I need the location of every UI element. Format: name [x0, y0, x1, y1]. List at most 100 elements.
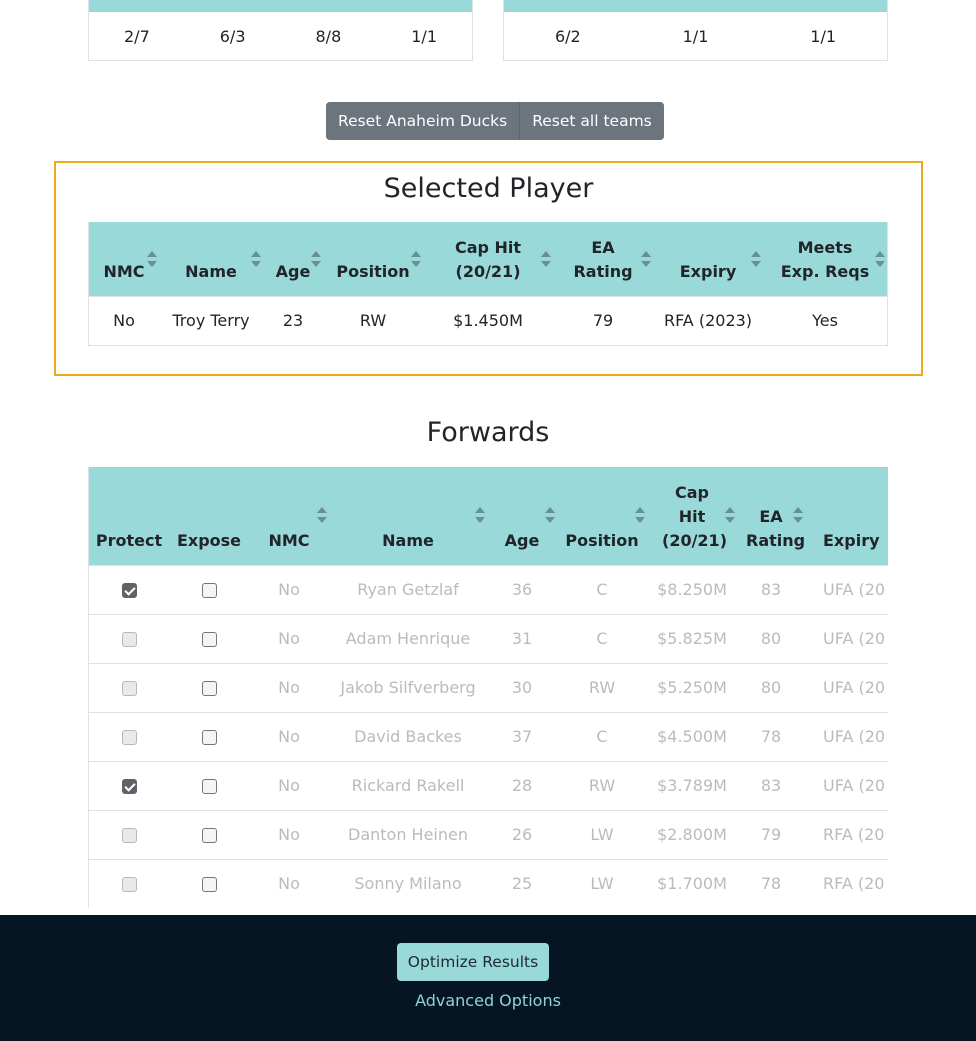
table-row: No Adam Henrique 31 C $5.825M 80 UFA (20 — [89, 613, 888, 663]
summary-header — [504, 0, 887, 12]
cell-position: RW — [557, 760, 647, 810]
cell-nmc: No — [249, 711, 329, 761]
forwards-table: Protect Expose NMC Name Age Position Cap… — [89, 467, 888, 908]
forwards-title: Forwards — [426, 417, 550, 448]
forwards-table-wrapper[interactable]: Protect Expose NMC Name Age Position Cap… — [88, 467, 888, 908]
protect-checkbox[interactable] — [121, 877, 137, 893]
column-header-nmc[interactable]: NMC — [89, 222, 159, 296]
table-row: No Rickard Rakell 28 RW $3.789M 83 UFA (20 — [89, 760, 888, 810]
cell-age: 26 — [487, 809, 557, 859]
summary-table-right: 6/2 1/1 1/1 — [503, 0, 888, 61]
expose-checkbox[interactable] — [201, 632, 217, 647]
cell-expiry: UFA (20 — [805, 662, 888, 712]
cell-position: RW — [557, 662, 647, 712]
cell-age: 23 — [263, 295, 323, 345]
expose-cell — [169, 613, 249, 663]
column-header-age[interactable]: Age — [263, 222, 323, 296]
cell-position: C — [557, 711, 647, 761]
protect-checkbox[interactable] — [121, 681, 137, 696]
cell-name: David Backes — [329, 711, 487, 761]
column-header-meets-reqs[interactable]: Meets Exp. Reqs — [763, 222, 887, 296]
expose-cell — [169, 711, 249, 761]
expose-checkbox[interactable] — [201, 779, 217, 794]
cell-nmc: No — [249, 760, 329, 810]
optimize-results-button[interactable]: Optimize Results — [397, 943, 549, 981]
protect-cell — [89, 809, 169, 859]
summary-cell: 1/1 — [810, 26, 837, 46]
protect-cell — [89, 564, 169, 614]
expose-checkbox[interactable] — [201, 877, 217, 893]
cell-ea-rating: 83 — [737, 760, 805, 810]
cell-position: RW — [323, 295, 423, 345]
cell-expiry: UFA (20 — [805, 613, 888, 663]
column-header-position[interactable]: Position — [323, 222, 423, 296]
table-row: No Jakob Silfverberg 30 RW $5.250M 80 UFA (20 — [89, 662, 888, 712]
summary-cell: 2/7 — [124, 26, 150, 46]
column-header-name[interactable]: Name — [329, 467, 487, 565]
cell-age: 25 — [487, 858, 557, 908]
column-header-protect[interactable]: Protect — [89, 467, 169, 565]
sort-icon — [541, 250, 551, 267]
column-header-ea-rating[interactable]: EA Rating — [737, 467, 805, 565]
cell-expiry: UFA (20 — [805, 760, 888, 810]
summary-header — [89, 0, 472, 12]
sort-icon — [875, 250, 885, 267]
table-row: No Ryan Getzlaf 36 C $8.250M 83 UFA (20 — [89, 564, 888, 614]
sort-icon — [725, 507, 735, 523]
footer-bar: Optimize Results Advanced Options — [0, 915, 976, 1041]
column-header-cap-hit[interactable]: Cap Hit (20/21) — [423, 222, 553, 296]
summary-cell: 6/3 — [219, 26, 246, 46]
selected-player-table: NMC Name Age Position Cap Hit (20/21) EA… — [89, 222, 887, 345]
cell-position: LW — [557, 809, 647, 859]
expose-checkbox[interactable] — [201, 828, 217, 843]
cell-age: 31 — [487, 613, 557, 663]
protect-checkbox[interactable] — [121, 779, 137, 794]
sort-icon — [251, 250, 261, 267]
cell-cap-hit: $5.825M — [647, 613, 737, 663]
cell-cap-hit: $2.800M — [647, 809, 737, 859]
expose-cell — [169, 564, 249, 614]
cell-expiry: RFA (20 — [805, 858, 888, 908]
table-row: No Troy Terry 23 RW $1.450M 79 RFA (2023… — [89, 295, 887, 345]
cell-name: Sonny Milano — [329, 858, 487, 908]
column-header-ea-rating[interactable]: EA Rating — [553, 222, 653, 296]
column-header-cap-hit[interactable]: Cap Hit (20/21) — [647, 467, 737, 565]
table-row: No Danton Heinen 26 LW $2.800M 79 RFA (20 — [89, 809, 888, 859]
cell-age: 30 — [487, 662, 557, 712]
column-header-expiry[interactable]: Expiry — [653, 222, 763, 296]
expose-checkbox[interactable] — [201, 583, 217, 598]
column-header-nmc[interactable]: NMC — [249, 467, 329, 565]
column-header-expose[interactable]: Expose — [169, 467, 249, 565]
cell-ea-rating: 80 — [737, 613, 805, 663]
protect-cell — [89, 613, 169, 663]
cell-cap-hit: $8.250M — [647, 564, 737, 614]
column-header-expiry[interactable]: Expiry — [805, 467, 888, 565]
table-row: No David Backes 37 C $4.500M 78 UFA (20 — [89, 711, 888, 761]
expose-cell — [169, 858, 249, 908]
protect-checkbox[interactable] — [121, 583, 137, 598]
protect-checkbox[interactable] — [121, 632, 137, 647]
protect-checkbox[interactable] — [121, 828, 137, 843]
cell-ea-rating: 79 — [553, 295, 653, 345]
cell-nmc: No — [89, 295, 159, 345]
selected-player-table-wrapper: NMC Name Age Position Cap Hit (20/21) EA… — [88, 222, 888, 346]
sort-icon — [641, 250, 651, 267]
cell-position: C — [557, 564, 647, 614]
sort-icon — [475, 507, 485, 523]
cell-nmc: No — [249, 858, 329, 908]
protect-checkbox[interactable] — [121, 730, 137, 745]
sort-icon — [793, 507, 803, 523]
expose-cell — [169, 809, 249, 859]
column-header-age[interactable]: Age — [487, 467, 557, 565]
table-row: No Sonny Milano 25 LW $1.700M 78 RFA (20 — [89, 858, 888, 908]
expose-checkbox[interactable] — [201, 681, 217, 696]
column-header-name[interactable]: Name — [159, 222, 263, 296]
reset-all-teams-button[interactable]: Reset all teams — [519, 102, 664, 140]
cell-name: Rickard Rakell — [329, 760, 487, 810]
cell-name: Jakob Silfverberg — [329, 662, 487, 712]
expose-checkbox[interactable] — [201, 730, 217, 745]
advanced-options-link[interactable]: Advanced Options — [0, 991, 976, 1010]
cell-ea-rating: 78 — [737, 711, 805, 761]
column-header-position[interactable]: Position — [557, 467, 647, 565]
reset-team-button[interactable]: Reset Anaheim Ducks — [326, 102, 520, 140]
